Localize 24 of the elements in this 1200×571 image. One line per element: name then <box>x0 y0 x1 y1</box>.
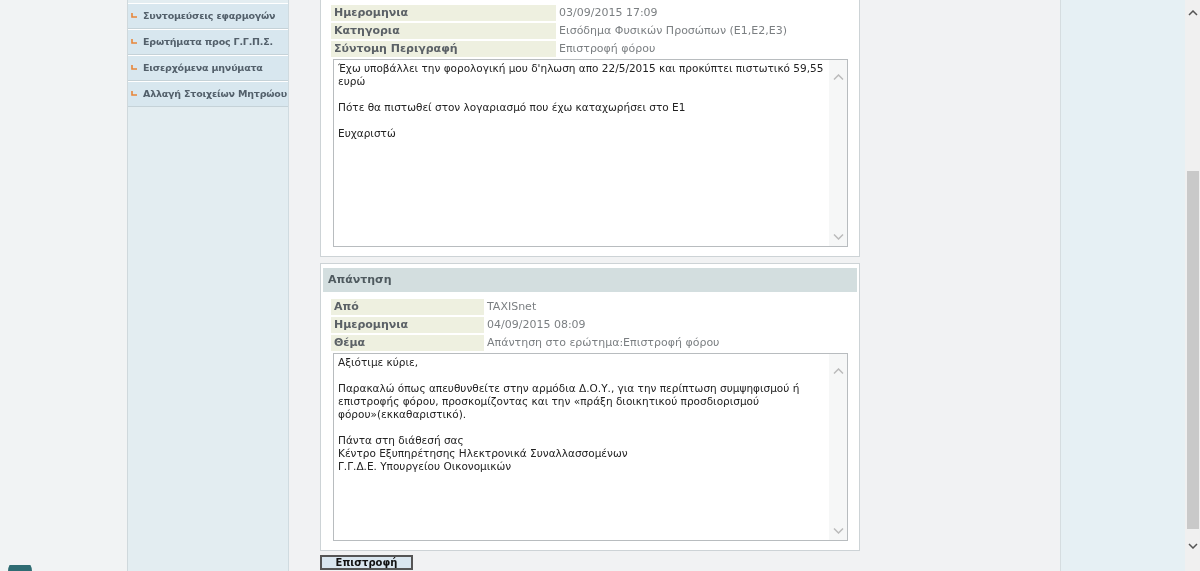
field-label: Ημερομηνια <box>331 317 484 333</box>
field-value: Εισόδημα Φυσικών Προσώπων (Ε1,Ε2,Ε3) <box>558 22 787 39</box>
round-icon <box>8 565 32 571</box>
back-button[interactable]: Επιστροφή <box>320 555 413 570</box>
scroll-up-icon[interactable] <box>1187 10 1198 16</box>
message-text: Έχω υποβάλλει την φορολογική μου δ'ηλωση απο 22/5/2015 και προκύπτει πιστωτικό 59,55 ευρώ Πότε θα πιστωθεί στον λογαριασμό που έχω καταχωρήσει στο Ε1 Ευχαριστώ <box>337 61 825 141</box>
field-value: TAXISnet <box>486 298 537 315</box>
sidebar-item[interactable]: Συντομεύσεις εφαρμογών <box>128 3 288 29</box>
field-value: Επιστροφή φόρου <box>558 40 656 57</box>
scroll-down-icon[interactable] <box>1187 543 1198 549</box>
field-label: Θέμα <box>331 335 484 351</box>
field-value: Απάντηση στο ερώτημα:Επιστροφή φόρου <box>486 334 720 351</box>
field-label: Από <box>331 299 484 315</box>
field-label: Ημερομηνια <box>331 5 556 21</box>
field-value: 03/09/2015 17:09 <box>558 4 658 21</box>
sidebar-item[interactable]: Ερωτήματα προς Γ.Γ.Π.Σ. <box>128 29 288 55</box>
sidebar-item[interactable]: Αλλαγή Στοιχείων Μητρώου <box>128 81 288 107</box>
field-label: Σύντομη Περιγραφή <box>331 41 556 57</box>
field-value: 04/09/2015 08:09 <box>486 316 586 333</box>
sidebar-item[interactable]: Εισερχόμενα μηνύματα <box>128 55 288 81</box>
message-text: Αξιότιμε κύριε, Παρακαλώ όπως απευθυνθείτε στην αρμόδια Δ.Ο.Υ., για την περίπτωση συμψηφισμού ή επιστροφής φόρου, προσκομίζοντας και την «πράξη διοικητικού προσδιορισμού φόρου»(εκκαθαριστικό). Πάντα στη διάθεσή σας Κέντρο Εξυπηρέτησης Ηλεκτρονικά Συναλλασσομένων Γ.Γ.Δ.Ε. Υπουργείου Οικονομικών <box>337 355 801 474</box>
scrollbar-thumb[interactable] <box>1186 171 1199 529</box>
field-label: Κατηγορια <box>331 23 556 39</box>
section-header: Απάντηση <box>323 268 857 292</box>
